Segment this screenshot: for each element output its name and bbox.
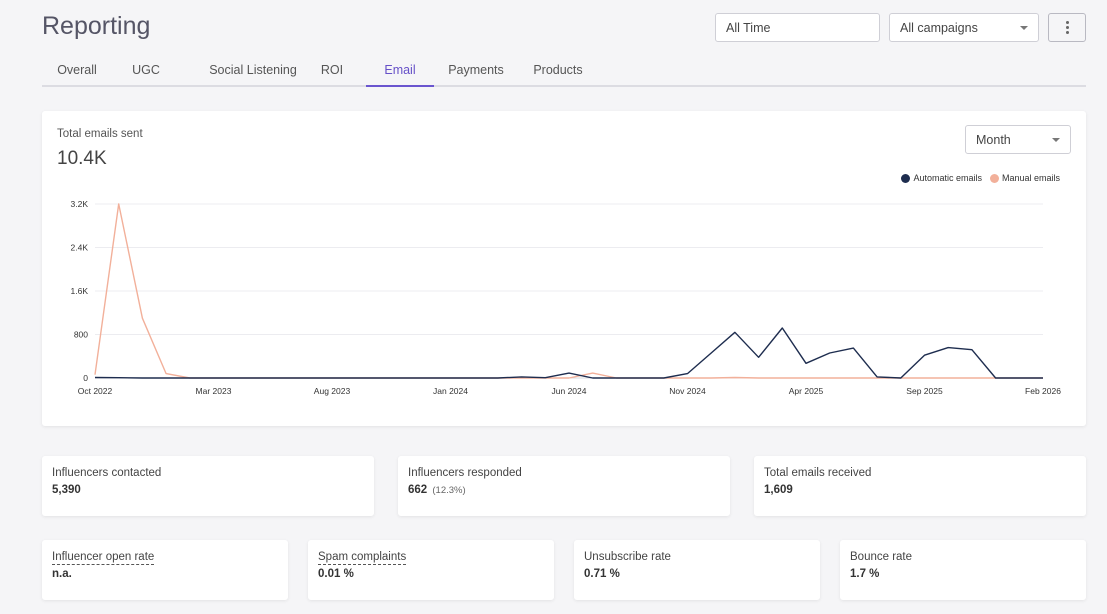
stat-card-contacted: Influencers contacted 5,390 <box>42 456 374 516</box>
date-range-input[interactable]: All Time <box>715 13 880 42</box>
stat-card-received: Total emails received 1,609 <box>754 456 1086 516</box>
tab-overall[interactable]: Overall <box>42 56 112 85</box>
stat-number: 662 <box>408 484 428 496</box>
stat-label-tooltip[interactable]: Influencer open rate <box>52 551 155 565</box>
stat-card-bounce: Bounce rate 1.7 % <box>840 540 1086 600</box>
tab-ugc[interactable]: UGC <box>122 56 170 85</box>
emails-line-chart: 0 800 1.6K 2.4K 3.2K Oct 2022 Mar 2023 Aug 2023… <box>71 199 1062 396</box>
more-vertical-icon-dot <box>1065 31 1069 34</box>
stat-label-tooltip[interactable]: Spam complaints <box>318 551 407 565</box>
stat-number: 1,609 <box>764 484 793 496</box>
report-tabs: Overall UGC Social Listening ROI Email P… <box>42 56 1086 87</box>
stat-label: Bounce rate <box>850 551 913 563</box>
x-tick-label: Nov 2024 <box>669 386 706 396</box>
stat-value: 1,609 <box>764 484 793 496</box>
stat-card-open-rate: Influencer open rate n.a. <box>42 540 288 600</box>
x-tick-label: Feb 2026 <box>1025 386 1061 396</box>
tab-products[interactable]: Products <box>526 56 590 85</box>
x-tick-label: Aug 2023 <box>314 386 351 396</box>
x-tick-label: Apr 2025 <box>789 386 824 396</box>
page-title: Reporting <box>42 12 151 40</box>
y-tick-label: 3.2K <box>71 199 89 209</box>
stat-percentage: (12.3%) <box>432 485 466 496</box>
y-tick-label: 0 <box>83 373 88 383</box>
stat-value: 5,390 <box>52 484 81 496</box>
tab-roi[interactable]: ROI <box>312 56 352 85</box>
y-tick-label: 2.4K <box>71 243 89 253</box>
campaign-select[interactable]: All campaigns <box>889 13 1039 42</box>
tab-email[interactable]: Email <box>366 56 434 87</box>
stat-card-unsubscribe: Unsubscribe rate 0.71 % <box>574 540 820 600</box>
more-options-button[interactable] <box>1048 13 1086 42</box>
emails-chart-card: Total emails sent 10.4K Month Automatic … <box>42 111 1086 426</box>
x-tick-label: Jan 2024 <box>433 386 468 396</box>
y-tick-label: 1.6K <box>71 286 89 296</box>
more-vertical-icon-dot <box>1065 26 1069 29</box>
x-tick-label: Mar 2023 <box>196 386 232 396</box>
stat-value: 662 (12.3%) <box>408 484 466 496</box>
stat-value: 1.7 % <box>850 568 880 580</box>
tab-payments[interactable]: Payments <box>442 56 510 85</box>
stat-label: Influencers responded <box>408 467 522 479</box>
more-vertical-icon <box>1065 21 1069 24</box>
y-tick-label: 800 <box>74 330 88 340</box>
date-range-value: All Time <box>726 20 771 35</box>
tab-social-listening[interactable]: Social Listening <box>186 56 320 85</box>
stat-label: Unsubscribe rate <box>584 551 671 563</box>
series-line-automatic <box>94 327 1043 379</box>
stat-value: 0.01 % <box>318 568 354 580</box>
stat-number: 5,390 <box>52 484 81 496</box>
x-tick-label: Sep 2025 <box>906 386 943 396</box>
stat-label: Influencers contacted <box>52 467 162 479</box>
stat-label: Total emails received <box>764 467 872 479</box>
campaign-select-value: All campaigns <box>900 20 978 35</box>
stat-value: 0.71 % <box>584 568 620 580</box>
reporting-page: Reporting All Time All campaigns Overall… <box>0 0 1107 614</box>
x-tick-label: Oct 2022 <box>78 386 113 396</box>
stat-card-spam: Spam complaints 0.01 % <box>308 540 554 600</box>
stat-card-responded: Influencers responded 662 (12.3%) <box>398 456 730 516</box>
stat-value: n.a. <box>52 568 72 580</box>
x-tick-label: Jun 2024 <box>552 386 587 396</box>
chevron-down-icon <box>1020 25 1028 30</box>
